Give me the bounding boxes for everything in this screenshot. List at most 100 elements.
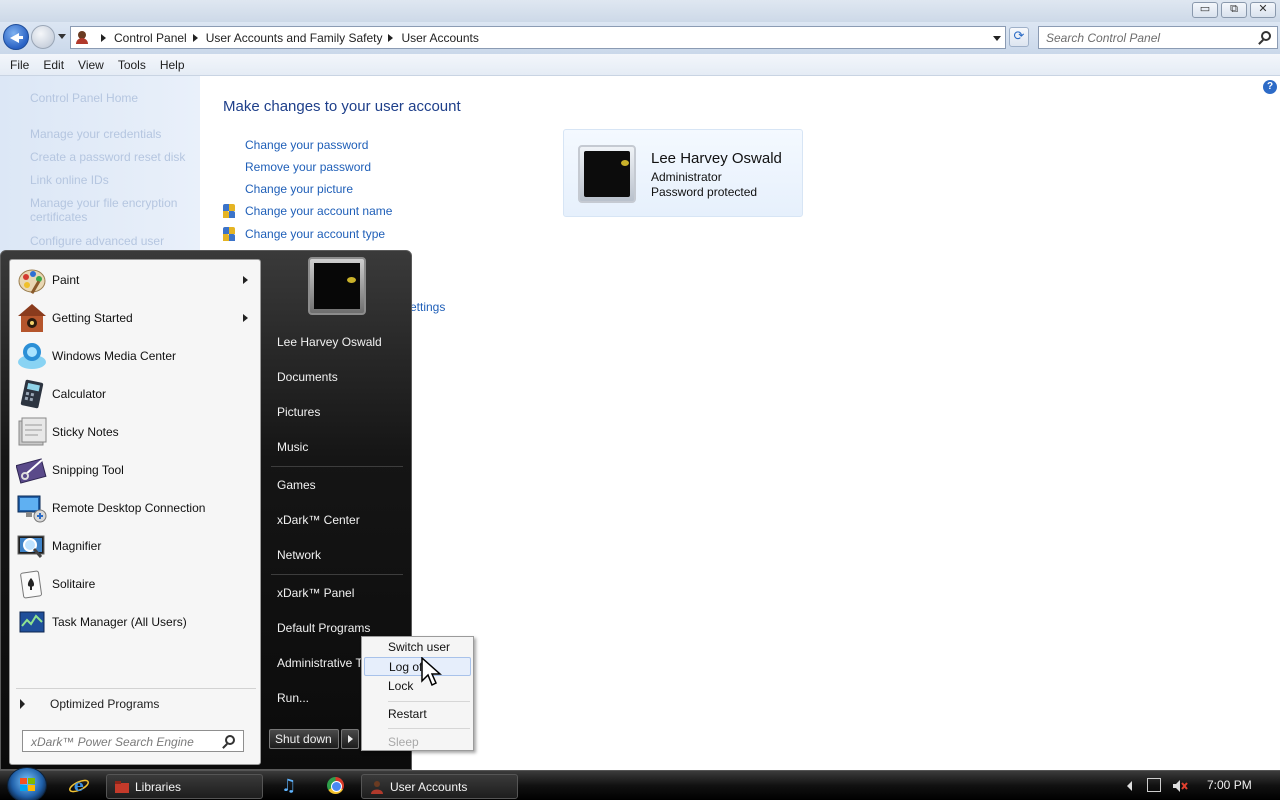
close-button[interactable]: ✕	[1250, 2, 1276, 18]
change-password-link[interactable]: Change your password	[245, 138, 368, 152]
task-control-panel-home[interactable]: Control Panel Home	[30, 91, 195, 105]
system-clock[interactable]: 7:00 PM	[1207, 778, 1252, 792]
start-menu: Paint Getting Started Windows Media Cent…	[0, 250, 412, 770]
program-magnifier[interactable]: Magnifier	[14, 528, 258, 564]
program-windows-media-center[interactable]: Windows Media Center	[14, 338, 258, 374]
taskbar-button-label: User Accounts	[390, 780, 468, 794]
menu-item-switch-user[interactable]: Switch user	[364, 638, 471, 657]
minimize-button[interactable]: ▭	[1192, 2, 1218, 18]
task-link-online-ids[interactable]: Link online IDs	[30, 173, 195, 187]
uac-shield-icon	[223, 227, 236, 241]
divider	[16, 688, 256, 689]
change-account-type-link[interactable]: Change your account type	[245, 227, 385, 241]
snipping-tool-icon	[16, 458, 47, 484]
task-password-reset-disk[interactable]: Create a password reset disk	[30, 150, 195, 164]
divider	[271, 574, 403, 575]
media-player-icon[interactable]: ♫	[281, 776, 299, 796]
shutdown-options-arrow-icon[interactable]	[341, 729, 359, 749]
start-games[interactable]: Games	[277, 478, 316, 492]
menu-item-restart[interactable]: Restart	[364, 705, 471, 724]
getting-started-icon	[18, 304, 46, 332]
start-pictures[interactable]: Pictures	[277, 405, 320, 419]
start-button[interactable]	[7, 767, 47, 800]
settings-link[interactable]: ettings	[410, 300, 445, 314]
restore-icon: ⧉	[1230, 2, 1238, 15]
start-music[interactable]: Music	[277, 440, 308, 454]
task-configure-advanced[interactable]: Configure advanced user	[30, 234, 195, 248]
chrome-icon[interactable]	[327, 777, 344, 794]
menu-file[interactable]: File	[4, 54, 35, 75]
search-icon[interactable]	[225, 735, 235, 745]
recent-pages-chevron-icon[interactable]	[58, 34, 66, 39]
forward-button[interactable]	[31, 25, 55, 49]
remote-desktop-icon	[17, 495, 47, 523]
divider	[271, 466, 403, 467]
menu-item-lock[interactable]: Lock	[364, 677, 471, 696]
menu-help[interactable]: Help	[154, 54, 191, 75]
shutdown-button[interactable]: Shut down	[269, 729, 339, 749]
change-picture-link[interactable]: Change your picture	[245, 182, 353, 196]
taskbar: e Libraries ♫ User Accounts 7:00 PM	[0, 767, 1280, 800]
menu-item-log-off[interactable]: Log off	[364, 657, 471, 676]
start-xdark-center[interactable]: xDark™ Center	[277, 513, 360, 527]
taskbar-button-user-accounts[interactable]: User Accounts	[361, 774, 518, 799]
program-label: Magnifier	[52, 539, 102, 553]
program-solitaire[interactable]: Solitaire	[14, 566, 258, 602]
breadcrumb-separator-icon[interactable]	[388, 34, 394, 42]
internet-explorer-icon[interactable]: e	[68, 776, 90, 796]
start-user-folder[interactable]: Lee Harvey Oswald	[277, 335, 382, 349]
search-input[interactable]: Search Control Panel	[1038, 26, 1278, 49]
menu-view[interactable]: View	[72, 54, 110, 75]
task-manager-icon	[19, 611, 45, 633]
task-manage-credentials[interactable]: Manage your credentials	[30, 127, 195, 141]
program-remote-desktop[interactable]: Remote Desktop Connection	[14, 490, 258, 526]
maximize-button[interactable]: ⧉	[1221, 2, 1247, 18]
start-xdark-panel[interactable]: xDark™ Panel	[277, 586, 354, 600]
remove-password-link[interactable]: Remove your password	[245, 160, 371, 174]
address-bar[interactable]: Control Panel User Accounts and Family S…	[70, 26, 1006, 49]
start-documents[interactable]: Documents	[277, 370, 338, 384]
start-default-programs[interactable]: Default Programs	[277, 621, 370, 635]
page-title: Make changes to your user account	[223, 98, 461, 115]
account-name: Lee Harvey Oswald	[651, 150, 782, 167]
help-icon[interactable]: ?	[1263, 80, 1277, 94]
program-calculator[interactable]: Calculator	[14, 376, 258, 412]
program-getting-started[interactable]: Getting Started	[14, 300, 258, 336]
solitaire-icon	[20, 570, 42, 599]
refresh-button[interactable]: ⟳	[1009, 27, 1029, 47]
menu-bar: File Edit View Tools Help	[0, 54, 1280, 76]
program-sticky-notes[interactable]: Sticky Notes	[14, 414, 258, 450]
breadcrumb-separator-icon[interactable]	[192, 34, 198, 42]
menu-tools[interactable]: Tools	[112, 54, 152, 75]
volume-muted-icon[interactable]	[1172, 778, 1188, 794]
start-search-input[interactable]: xDark™ Power Search Engine	[22, 730, 244, 752]
sticky-notes-icon	[18, 417, 47, 446]
taskbar-button-libraries[interactable]: Libraries	[106, 774, 263, 799]
show-hidden-icons-chevron-icon[interactable]	[1127, 781, 1132, 791]
breadcrumb-user-accounts[interactable]: User Accounts	[401, 31, 478, 45]
svg-text:e: e	[74, 776, 84, 795]
task-file-encryption[interactable]: Manage your file encryption certificates	[30, 196, 195, 224]
breadcrumb-user-accounts-family-safety[interactable]: User Accounts and Family Safety	[206, 31, 383, 45]
power-options-menu: Switch user Log off Lock Restart Sleep	[361, 636, 474, 751]
start-administrative-tools[interactable]: Administrative T	[277, 656, 363, 670]
divider	[388, 728, 470, 729]
search-icon[interactable]	[1261, 31, 1271, 41]
program-task-manager[interactable]: Task Manager (All Users)	[14, 604, 258, 640]
breadcrumb-separator-icon[interactable]	[101, 34, 106, 42]
menu-edit[interactable]: Edit	[37, 54, 70, 75]
start-network[interactable]: Network	[277, 548, 321, 562]
breadcrumb-control-panel[interactable]: Control Panel	[114, 31, 187, 45]
magnifier-icon	[17, 535, 45, 558]
calculator-icon	[20, 379, 44, 409]
program-snipping-tool[interactable]: Snipping Tool	[14, 452, 258, 488]
user-picture[interactable]	[308, 257, 366, 315]
black-cat-avatar	[584, 151, 630, 197]
change-account-name-link[interactable]: Change your account name	[245, 204, 392, 218]
window-controls: ▭ ⧉ ✕	[1192, 2, 1276, 18]
network-icon[interactable]	[1147, 778, 1161, 792]
address-dropdown-icon[interactable]	[993, 36, 1001, 41]
back-button[interactable]	[3, 24, 29, 50]
start-run[interactable]: Run...	[277, 691, 309, 705]
program-paint[interactable]: Paint	[14, 262, 258, 298]
